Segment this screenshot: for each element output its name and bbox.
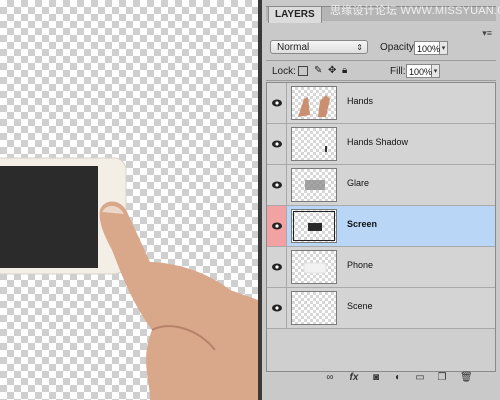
group-folder-icon[interactable]: ▭ (414, 372, 426, 384)
layer-name: Screen (347, 219, 378, 229)
layer-thumbnail (291, 168, 337, 202)
visibility-toggle[interactable] (267, 206, 287, 246)
visibility-toggle[interactable] (267, 124, 287, 164)
separator (266, 60, 496, 61)
fill-dropdown-arrow-icon[interactable]: ▾ (432, 64, 440, 78)
opacity-input[interactable]: 100% (414, 41, 440, 55)
layer-row-hands-shadow[interactable]: Hands Shadow (267, 124, 495, 165)
layer-name: Hands (347, 96, 374, 106)
layer-thumbnail (291, 86, 337, 120)
lock-label: Lock: (272, 66, 296, 77)
document-canvas[interactable] (0, 0, 258, 400)
layers-panel: LAYERS ▾≡ Normal ⇕ Opacity: 100% ▾ Lock:… (262, 0, 500, 400)
blend-opacity-row: Normal ⇕ Opacity: 100% ▾ (270, 40, 492, 56)
layer-thumbnail (291, 127, 337, 161)
visibility-toggle[interactable] (267, 247, 287, 287)
phone-screen-shape (0, 166, 98, 268)
eye-icon (272, 222, 282, 230)
layer-name: Glare (347, 178, 370, 188)
adjustment-layer-icon[interactable]: ◐ (392, 372, 404, 384)
lock-all-icon[interactable]: 🔒︎ (342, 66, 352, 76)
watermark-text: 思缘设计论坛 WWW.MISSYUAN.COM (330, 5, 500, 17)
layer-row-phone[interactable]: Phone (267, 247, 495, 288)
tab-layers[interactable]: LAYERS (268, 6, 322, 23)
layer-row-screen[interactable]: Screen (267, 206, 495, 247)
phone-and-hand-artwork (0, 157, 258, 400)
hand-shape (99, 201, 258, 400)
layer-thumbnail (291, 291, 337, 325)
eye-icon (272, 263, 282, 271)
lock-image-pixels-icon[interactable]: ✎ (314, 66, 324, 76)
shadow-thumbnail-image (325, 146, 327, 152)
visibility-toggle[interactable] (267, 288, 287, 328)
eye-icon (272, 99, 282, 107)
layer-row-hands[interactable]: Hands (267, 83, 495, 124)
layer-thumbnail (291, 250, 337, 284)
select-arrows-icon: ⇕ (356, 43, 363, 52)
phone-thumbnail-image (303, 262, 327, 274)
eye-icon (272, 304, 282, 312)
layers-list: Hands Hands Shadow Glare Screen Phone Sc… (266, 82, 496, 372)
eye-icon (272, 181, 282, 189)
new-layer-icon[interactable]: ❐ (436, 372, 448, 384)
blend-mode-value: Normal (277, 42, 310, 53)
eye-icon (272, 140, 282, 148)
glare-thumbnail-image (305, 180, 325, 190)
visibility-toggle[interactable] (267, 83, 287, 123)
layer-row-glare[interactable]: Glare (267, 165, 495, 206)
trash-icon[interactable]: 🗑︎ (460, 372, 473, 384)
layer-row-scene[interactable]: Scene (267, 288, 495, 329)
visibility-toggle[interactable] (267, 165, 287, 205)
lock-position-icon[interactable]: ✥ (328, 66, 338, 76)
lock-transparent-pixels-icon[interactable] (298, 66, 308, 76)
hands-thumbnail-image (298, 95, 330, 117)
fill-input[interactable]: 100% (406, 64, 432, 78)
layer-name: Hands Shadow (347, 137, 409, 147)
screen-thumbnail-image (308, 223, 322, 231)
link-layers-icon[interactable]: ∞ (324, 372, 336, 384)
opacity-label: Opacity: (380, 42, 417, 53)
layer-name: Phone (347, 260, 374, 270)
layer-mask-icon[interactable]: ◙ (370, 372, 382, 384)
separator (266, 80, 496, 81)
layer-thumbnail (291, 209, 337, 243)
layer-name: Scene (347, 301, 373, 311)
opacity-dropdown-arrow-icon[interactable]: ▾ (440, 41, 448, 55)
layers-footer-toolbar: ∞ fx ◙ ◐ ▭ ❐ 🗑︎ (266, 372, 496, 386)
blend-mode-select[interactable]: Normal ⇕ (270, 40, 368, 54)
fx-icon[interactable]: fx (348, 372, 360, 384)
fill-label: Fill: (390, 66, 406, 77)
panel-menu-icon[interactable]: ▾≡ (482, 28, 492, 39)
